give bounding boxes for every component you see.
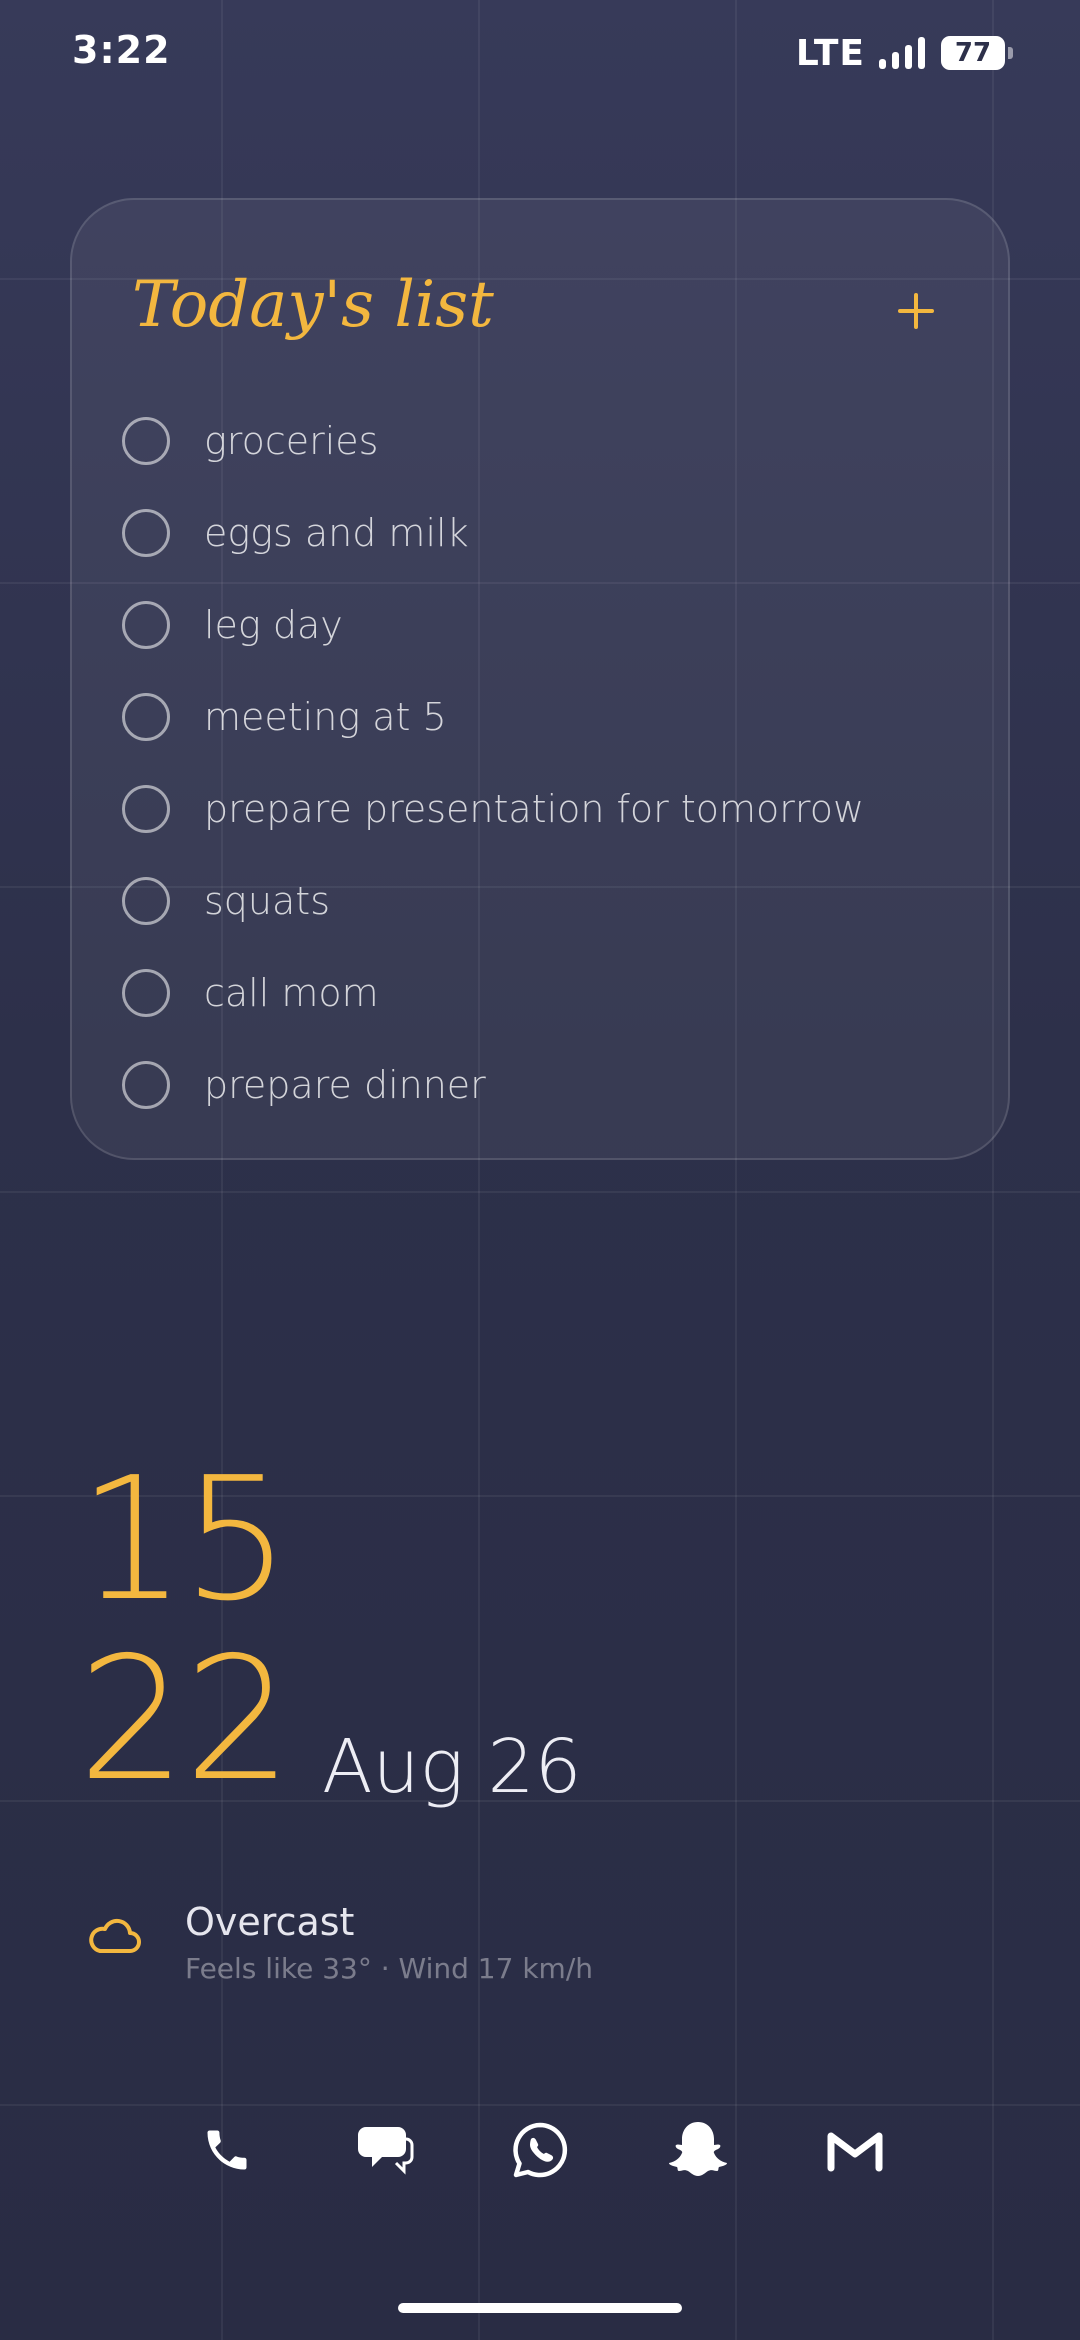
status-bar: 3:22 LTE 77 xyxy=(0,0,1080,110)
todo-item[interactable]: prepare dinner xyxy=(122,1039,864,1131)
status-time: 3:22 xyxy=(72,28,171,72)
cloud-icon xyxy=(89,1918,141,1953)
todo-item[interactable]: eggs and milk xyxy=(122,487,864,579)
checkbox[interactable] xyxy=(122,1061,170,1109)
todo-item-label: prepare presentation for tomorrow xyxy=(204,787,865,831)
clock-hour: 15 xyxy=(78,1441,290,1639)
signal-icon xyxy=(879,37,925,69)
whatsapp-icon[interactable] xyxy=(505,2115,575,2185)
checkbox[interactable] xyxy=(122,509,170,557)
todo-item-label: groceries xyxy=(204,419,379,463)
checkbox[interactable] xyxy=(122,785,170,833)
todo-item-label: prepare dinner xyxy=(204,1063,486,1107)
todo-widget[interactable]: Today's list groceries eggs and milk leg… xyxy=(70,198,1010,1160)
checkbox[interactable] xyxy=(122,601,170,649)
weather-details: Feels like 33° · Wind 17 km/h xyxy=(185,1952,593,1985)
checkbox[interactable] xyxy=(122,417,170,465)
todo-item-label: leg day xyxy=(204,603,343,647)
todo-list: groceries eggs and milk leg day meeting … xyxy=(122,395,864,1131)
checkbox[interactable] xyxy=(122,969,170,1017)
todo-item[interactable]: leg day xyxy=(122,579,864,671)
todo-item[interactable]: squats xyxy=(122,855,864,947)
home-indicator[interactable] xyxy=(398,2303,682,2313)
todo-item-label: squats xyxy=(204,879,330,923)
todo-widget-title: Today's list xyxy=(132,268,494,342)
messages-icon[interactable] xyxy=(350,2115,420,2185)
plus-icon[interactable] xyxy=(898,293,934,329)
battery-level: 77 xyxy=(954,38,992,68)
date-label: Aug 26 xyxy=(322,1724,582,1810)
status-indicators: LTE 77 xyxy=(795,32,1013,74)
todo-item[interactable]: meeting at 5 xyxy=(122,671,864,763)
gmail-icon[interactable] xyxy=(820,2115,890,2185)
todo-item-label: meeting at 5 xyxy=(204,695,447,739)
snapchat-icon[interactable] xyxy=(663,2115,733,2185)
checkbox[interactable] xyxy=(122,877,170,925)
todo-item[interactable]: call mom xyxy=(122,947,864,1039)
phone-icon[interactable] xyxy=(192,2115,262,2185)
todo-item[interactable]: groceries xyxy=(122,395,864,487)
weather-condition: Overcast xyxy=(185,1900,355,1944)
app-dock xyxy=(0,2100,1080,2200)
todo-item-label: call mom xyxy=(204,971,379,1015)
clock-minute: 22 xyxy=(78,1621,292,1819)
checkbox[interactable] xyxy=(122,693,170,741)
todo-item[interactable]: prepare presentation for tomorrow xyxy=(122,763,864,855)
todo-item-label: eggs and milk xyxy=(204,511,469,555)
battery-icon: 77 xyxy=(941,36,1013,70)
network-type: LTE xyxy=(795,32,865,74)
